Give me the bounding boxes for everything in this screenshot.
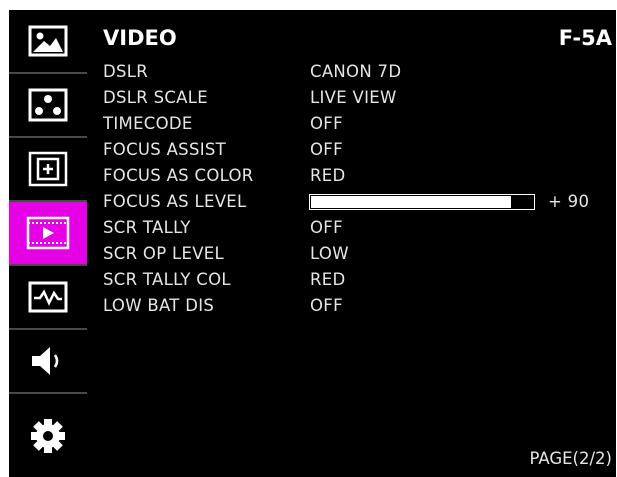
menu-row-scr-tally[interactable]: SCR TALLY OFF xyxy=(103,218,613,244)
focus-level-fill xyxy=(311,196,511,208)
sidebar-item-picture[interactable] xyxy=(9,10,87,74)
speaker-icon xyxy=(32,347,59,375)
menu-row-focus-assist[interactable]: FOCUS ASSIST OFF xyxy=(103,140,613,166)
menu-row-value: LIVE VIEW xyxy=(310,88,397,107)
menu-row-label: DSLR xyxy=(103,62,149,81)
menu-row-label: DSLR SCALE xyxy=(103,88,208,107)
sidebar-item-waveform[interactable] xyxy=(9,266,87,330)
menu-row-label: FOCUS AS COLOR xyxy=(103,166,254,185)
sidebar xyxy=(9,10,87,477)
menu-row-scr-op-level[interactable]: SCR OP LEVEL LOW xyxy=(103,244,613,270)
sidebar-item-marker[interactable] xyxy=(9,138,87,202)
page-title: VIDEO xyxy=(103,26,177,50)
menu-row-value: RED xyxy=(310,270,346,289)
menu-row-value: OFF xyxy=(310,114,343,133)
menu-row-low-bat-dis[interactable]: LOW BAT DIS OFF xyxy=(103,296,613,322)
menu-row-value: OFF xyxy=(310,296,343,315)
menu-row-label: SCR TALLY xyxy=(103,218,191,237)
menu-row-label: SCR TALLY COL xyxy=(103,270,231,289)
menu-row-value: OFF xyxy=(310,218,343,237)
page-indicator: PAGE(2/2) xyxy=(529,449,612,468)
menu-row-label: FOCUS AS LEVEL xyxy=(103,192,247,211)
menu-row-dslr[interactable]: DSLR CANON 7D xyxy=(103,62,613,88)
menu-row-scr-tally-col[interactable]: SCR TALLY COL RED xyxy=(103,270,613,296)
menu-row-label: LOW BAT DIS xyxy=(103,296,215,315)
video-icon xyxy=(26,216,70,250)
menu-row-value: CANON 7D xyxy=(310,62,402,81)
gear-icon xyxy=(31,418,65,453)
menu-row-value: OFF xyxy=(310,140,343,159)
menu-row-value: LOW xyxy=(310,244,349,263)
sidebar-item-audio[interactable] xyxy=(9,330,87,394)
picture-icon xyxy=(28,25,68,57)
sidebar-item-video[interactable] xyxy=(9,202,87,266)
dots-icon xyxy=(28,88,68,122)
focus-level-slider[interactable] xyxy=(309,194,535,210)
focus-level-value: + 90 xyxy=(548,192,590,211)
menu-row-focus-as-level[interactable]: FOCUS AS LEVEL + 90 xyxy=(103,192,613,218)
sidebar-item-dots[interactable] xyxy=(9,74,87,138)
model-name: F-5A xyxy=(558,26,612,50)
menu-row-focus-as-color[interactable]: FOCUS AS COLOR RED xyxy=(103,166,613,192)
menu-row-timecode[interactable]: TIMECODE OFF xyxy=(103,114,613,140)
menu-row-value: RED xyxy=(310,166,346,185)
sidebar-item-settings[interactable] xyxy=(9,394,87,477)
menu-row-label: FOCUS ASSIST xyxy=(103,140,227,159)
waveform-icon xyxy=(28,281,68,313)
menu-row-label: TIMECODE xyxy=(103,114,193,133)
monitor-screen: VIDEO F-5A DSLR CANON 7D DSLR SCALE LIVE… xyxy=(9,10,616,477)
marker-icon xyxy=(28,151,68,187)
menu-row-label: SCR OP LEVEL xyxy=(103,244,225,263)
menu-row-dslr-scale[interactable]: DSLR SCALE LIVE VIEW xyxy=(103,88,613,114)
video-menu-panel: VIDEO F-5A DSLR CANON 7D DSLR SCALE LIVE… xyxy=(87,10,616,477)
